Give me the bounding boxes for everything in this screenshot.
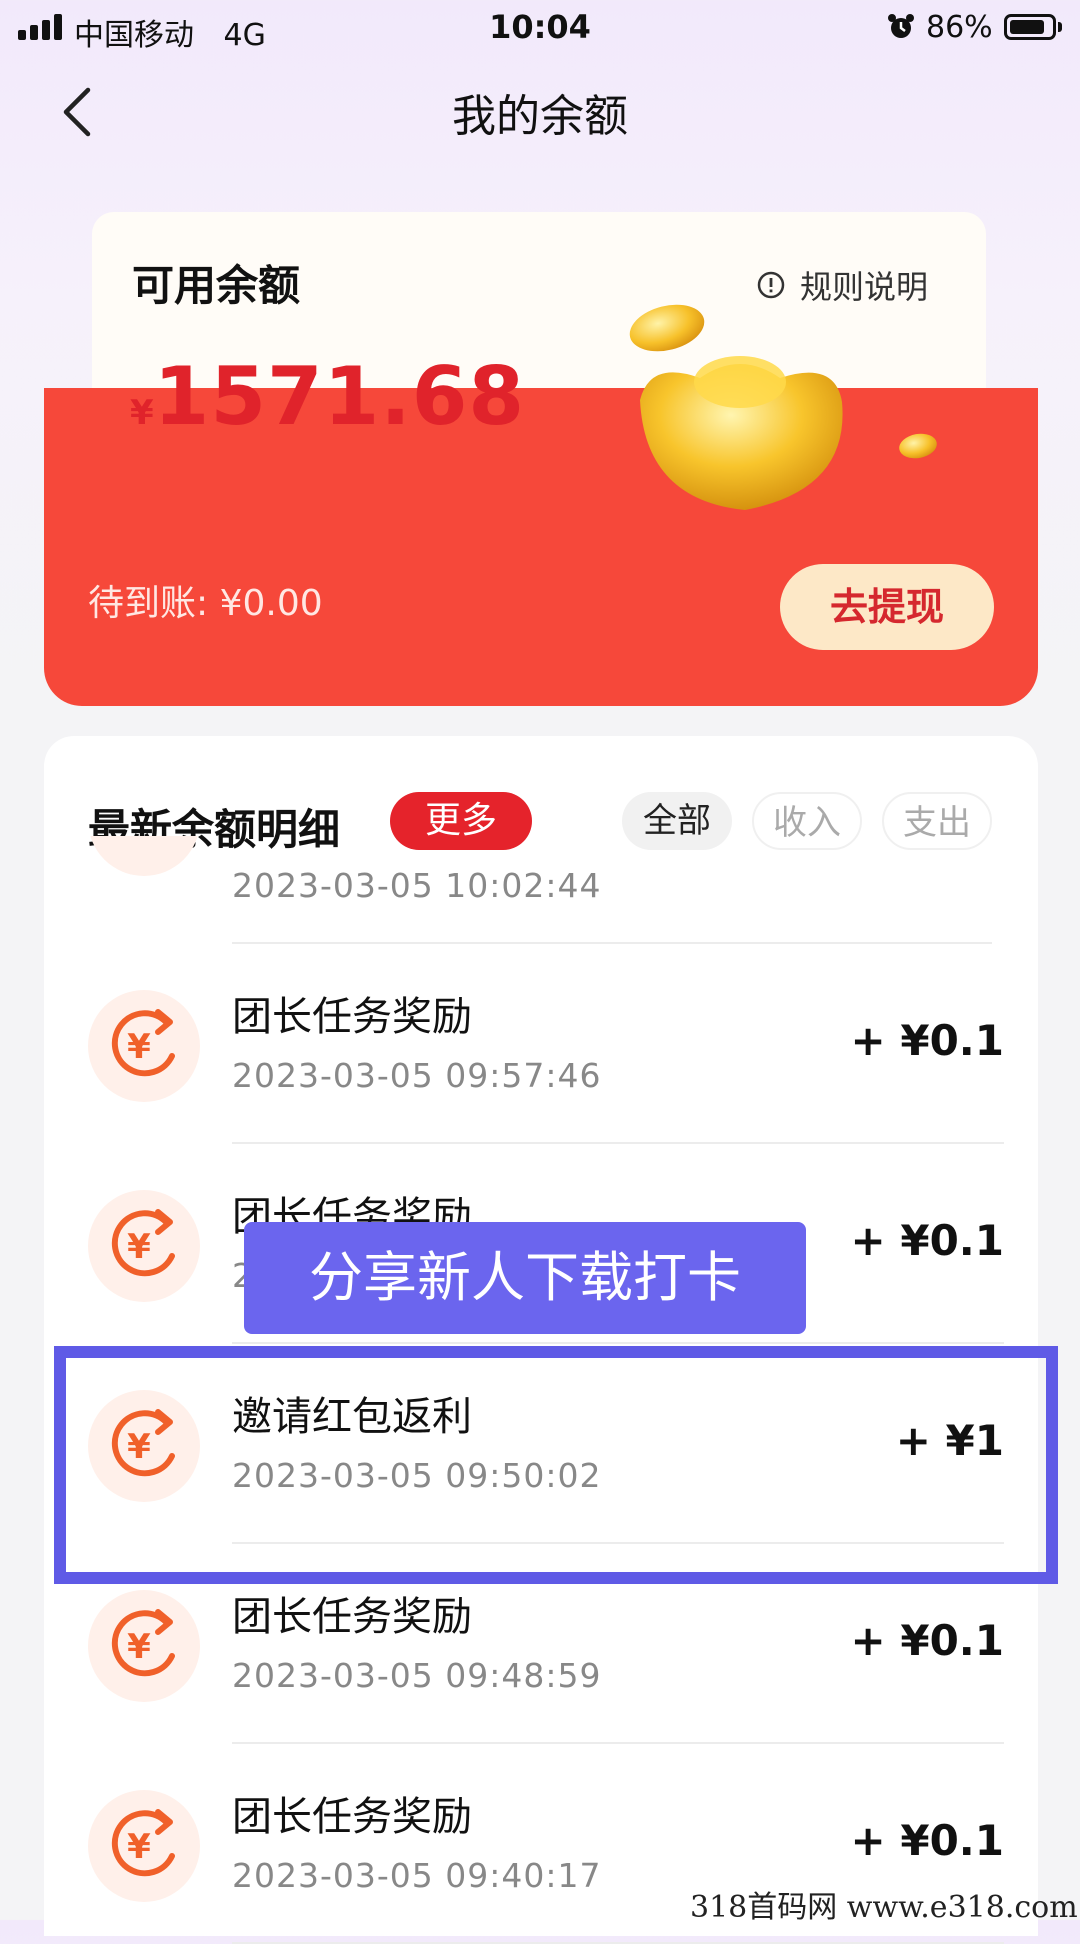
transaction-amount: + ¥0.1	[850, 1816, 1004, 1865]
battery-level	[1010, 20, 1044, 34]
status-time: 10:04	[489, 8, 591, 46]
svg-text:¥: ¥	[127, 1227, 151, 1267]
svg-text:¥: ¥	[127, 1627, 151, 1667]
svg-text:¥: ¥	[127, 1027, 151, 1067]
svg-text:¥: ¥	[127, 1827, 151, 1867]
transaction-amount: + ¥0.1	[850, 1616, 1004, 1665]
refund-yen-icon: ¥	[88, 1590, 200, 1702]
transaction-name: 团长任务奖励	[232, 994, 472, 1040]
battery-icon	[1004, 14, 1056, 40]
transaction-time: 2023-03-05 09:48:59	[232, 1656, 602, 1695]
battery-tip	[1058, 22, 1062, 32]
transaction-name: 团长任务奖励	[232, 1794, 472, 1840]
transaction-row[interactable]: ¥ 团长任务奖励 2023-03-05 09:57:46 + ¥0.1	[44, 944, 1038, 1144]
highlight-box	[54, 1346, 1058, 1584]
filter-expense[interactable]: 支出	[882, 792, 992, 850]
watermark: 318首码网 www.e318.com	[690, 1890, 1078, 1925]
battery-percent: 86%	[926, 10, 993, 45]
transaction-amount: + ¥0.1	[850, 1016, 1004, 1065]
refund-yen-icon: ¥	[88, 1790, 200, 1902]
balance-value: 1571.68	[153, 350, 526, 443]
filter-income[interactable]: 收入	[752, 792, 862, 850]
refund-yen-icon: ¥	[88, 1190, 200, 1302]
transaction-time: 2023-03-05 09:40:17	[232, 1856, 602, 1895]
partial-row-icon	[88, 836, 200, 876]
balance-amount: ¥1571.68	[130, 350, 525, 443]
pending-amount: 待到账: ¥0.00	[88, 583, 323, 624]
transaction-amount: + ¥0.1	[850, 1216, 1004, 1265]
currency-symbol: ¥	[130, 393, 154, 433]
alarm-clock-icon	[888, 14, 914, 38]
more-button[interactable]: 更多	[390, 792, 532, 850]
overlay-caption: 分享新人下载打卡	[244, 1222, 806, 1334]
filter-all[interactable]: 全部	[622, 792, 732, 850]
partial-row-time: 2023-03-05 10:02:44	[232, 866, 602, 905]
page-title: 我的余额	[452, 91, 628, 142]
refund-yen-icon: ¥	[88, 990, 200, 1102]
transaction-name: 团长任务奖励	[232, 1594, 472, 1640]
status-bar: 中国移动 4G 10:04 86%	[0, 0, 1080, 60]
withdraw-button[interactable]: 去提现	[780, 564, 994, 650]
gold-coin-small-icon	[899, 433, 937, 459]
gold-ingot-icon	[640, 356, 843, 510]
transaction-time: 2023-03-05 09:57:46	[232, 1056, 602, 1095]
available-balance-label: 可用余额	[132, 261, 301, 310]
